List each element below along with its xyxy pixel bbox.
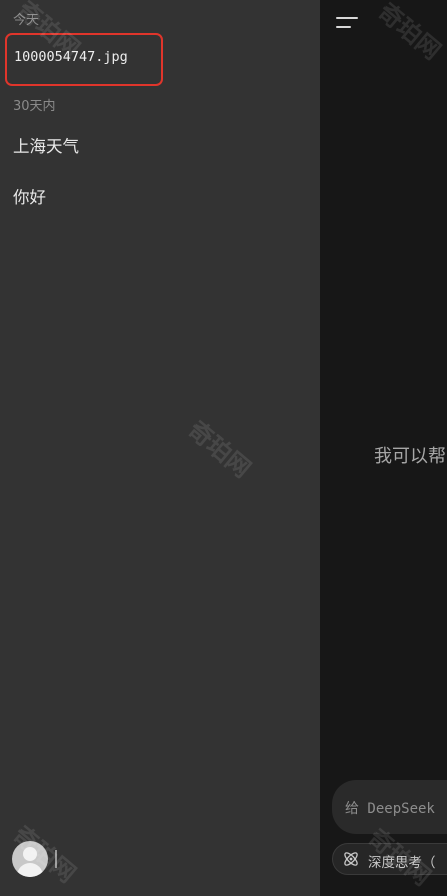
message-input-placeholder: 给 DeepSeek	[345, 801, 435, 817]
section-label-today: 今天	[13, 13, 40, 28]
deep-think-label: 深度思考（	[368, 855, 436, 871]
deep-think-button[interactable]: 深度思考（	[332, 843, 447, 875]
menu-icon[interactable]	[336, 15, 360, 33]
message-input[interactable]: 给 DeepSeek	[332, 780, 447, 834]
menu-line	[336, 17, 358, 19]
avatar[interactable]	[12, 841, 48, 877]
menu-line	[336, 26, 351, 28]
history-item-file[interactable]: 1000054747.jpg	[14, 49, 128, 65]
history-item-chat[interactable]: 你好	[13, 184, 46, 208]
section-label-30-days: 30天内	[13, 99, 56, 114]
history-item-chat[interactable]: 上海天气	[13, 133, 79, 157]
text-cursor	[55, 850, 57, 868]
sidebar: 今天 1000054747.jpg 30天内 上海天气 你好	[0, 0, 320, 896]
avatar-body	[17, 863, 43, 877]
main-pane: 我可以帮 给 DeepSeek 深度思考（	[320, 0, 447, 896]
atom-icon	[344, 852, 358, 866]
avatar-head	[23, 847, 37, 861]
app-screen: 今天 1000054747.jpg 30天内 上海天气 你好 我可以帮 给 De…	[0, 0, 447, 896]
greeting-text: 我可以帮	[374, 446, 446, 467]
